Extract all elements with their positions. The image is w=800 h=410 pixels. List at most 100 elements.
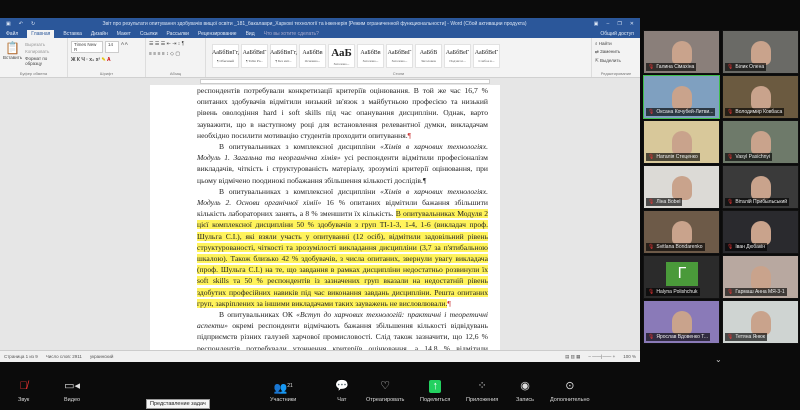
video-button[interactable]: ▭◂ Видео [64,380,80,403]
style-item[interactable]: АаБбВеГ Подзагол... [444,44,471,68]
format-painter-button[interactable]: Формат по образцу [25,56,64,66]
font-format-buttons[interactable]: Ж К Ч · x₂ x² ✎ A [71,57,142,63]
tab-8[interactable]: Вид [246,31,255,37]
document-area[interactable]: респондентів потребували конкретизації к… [0,85,640,350]
share-button[interactable]: ↑ Поделиться [420,380,450,403]
font-size-select[interactable]: 14 [105,41,119,53]
style-item[interactable]: АаБбВ Заголовок [415,44,442,68]
video-feed [751,266,771,290]
text: окремі респонденти відмічають бажання зб… [197,321,488,350]
tab-7[interactable]: Рецензирование [198,31,237,37]
page-count[interactable]: Страница 1 из 9 [4,354,38,359]
maximize-icon[interactable]: ❐ [617,21,621,27]
tab-1[interactable]: Главная [27,29,55,38]
participant-tile[interactable]: 🎙 Ліна Bobel [643,165,720,209]
muted-mic-icon: 🎙 [648,289,655,295]
paragraph[interactable]: В опитувальниках з комплексної дисциплін… [197,186,488,309]
participants-gallery: 🎙 Галина Сімахіна 🎙 Білик Олена 🎙 Оксана Кочу… [640,30,800,370]
style-item[interactable]: АаБбВв Заголово... [357,44,384,68]
list-buttons[interactable]: ☰ ☰ ☰ ⇤ ⇥ ↕ ¶ [149,41,202,47]
minimize-icon[interactable]: – [607,21,610,27]
participant-name: Ліна Bobel [656,199,681,205]
more-button[interactable]: ⊙ Дополнительно [550,380,590,403]
participant-tile[interactable]: Г 🎙 Halyna Polishchuk [643,255,720,299]
chat-button[interactable]: 💬 Чат [335,380,349,403]
muted-mic-icon: 🎙 [648,244,655,250]
participant-tile[interactable]: 🎙 Віталій Прибыльський [722,165,799,209]
chat-icon: 💬 [335,380,349,392]
video-feed [751,176,771,200]
participant-tile[interactable]: 🎙 Володимир Ковбаса [722,75,799,119]
undo-icon[interactable]: ↶ [19,21,23,27]
participant-tile[interactable]: 🎙 Svitlana Bondarenko [643,210,720,254]
close-icon[interactable]: ✕ [630,21,634,27]
participant-name: Іван Дюбакін [735,244,766,250]
apps-button[interactable]: ⁘ Приложения [466,380,498,403]
find-button[interactable]: ⌕ Найти [595,41,637,46]
font-name-select[interactable]: Times New R [71,41,103,53]
document-page[interactable]: респондентів потребували конкретизації к… [150,85,500,350]
ribbon: 📋 Вставить Вырезать Копировать Формат по… [0,38,640,78]
zoom-slider[interactable]: – ——|—— + [588,354,615,359]
clipboard-group: 📋 Вставить Вырезать Копировать Формат по… [0,38,68,77]
ruler[interactable] [0,78,640,85]
styles-group: АаБбВвГг, ¶ Обычный АаБбВвГ ¶ Table Pa... Аа… [206,38,592,77]
video-feed [751,41,771,65]
replace-button[interactable]: ⇄ Заменить [595,49,637,55]
tab-4[interactable]: Макет [117,31,131,37]
record-button[interactable]: ◉ Запись [516,380,534,403]
share-doc-button[interactable]: Общий доступ [600,31,634,37]
select-button[interactable]: ⇱ Выделить [595,58,637,64]
tab-5[interactable]: Ссылки [140,31,158,37]
paragraph[interactable]: В опитувальниках з комплексної дисциплін… [197,141,488,186]
ribbon-options-icon[interactable]: ▣ [594,21,599,27]
redo-icon[interactable]: ↻ [31,21,35,27]
tab-6[interactable]: Рассылки [167,31,189,37]
style-item[interactable]: АаБбВеГ Слабое в... [473,44,500,68]
copy-button[interactable]: Копировать [25,49,64,54]
apps-icon: ⁘ [477,380,487,392]
style-item[interactable]: АаБбВвГг, ¶ Без инт... [270,44,297,68]
style-item[interactable]: АаБбВв Основно... [299,44,326,68]
participant-tile[interactable]: 🎙 Білик Олена [722,30,799,74]
style-item[interactable]: АаБ Заголово... [328,44,355,68]
meeting-toolbar: 🎙̸ Звук ▭◂ Видео Представление задач 👥21 Уч… [0,378,800,410]
paste-button[interactable]: 📋 Вставить [3,41,22,66]
audio-button[interactable]: 🎙̸ Звук [18,380,29,403]
participant-tile[interactable]: 🎙 Оксана Кочубей-Литви... [643,75,720,119]
align-buttons[interactable]: ≡ ≡ ≡ ≡ ↕ ◇ ▢ [149,51,202,57]
participant-name: Vasyl Pasichnyi [735,154,771,160]
video-feed [672,131,692,155]
language[interactable]: украинский [90,354,113,359]
title-bar: ▣ ↶ ↻ Звіт про результати опитування здо… [0,18,640,29]
muted-mic-icon: 🎙 [727,64,734,70]
view-buttons[interactable]: ▤ ▥ ▦ [565,354,580,360]
video-feed [672,176,692,200]
grow-font-icon[interactable]: A A [121,41,128,53]
zoom-level[interactable]: 100 % [623,354,636,359]
participant-tile[interactable]: 🎙 Тетяна Янюк [722,300,799,344]
paragraph[interactable]: В опитувальниках ОК «Вступ до харчових т… [197,309,488,350]
participant-tile[interactable]: 🎙 Ярослав Вдовенко Т... [643,300,720,344]
tell-me-search[interactable]: Что вы хотите сделать? [264,31,319,37]
tab-3[interactable]: Дизайн [91,31,108,37]
status-bar: Страница 1 из 9 Число слов: 2911 украинс… [0,350,640,362]
participant-tile[interactable]: 🎙 Наталія Стеценко [643,120,720,164]
participant-tile[interactable]: 🎙 Галина Сімахіна [643,30,720,74]
tab-2[interactable]: Вставка [63,31,82,37]
word-count[interactable]: Число слов: 2911 [46,354,82,359]
save-icon[interactable]: ▣ [6,21,11,27]
style-item[interactable]: АаБбВвГ Заголово... [386,44,413,68]
share-screen-icon: ↑ [429,380,442,393]
participant-tile[interactable]: 🎙 Гармаш Анна МЯ-3-1 [722,255,799,299]
participant-tile[interactable]: 🎙 Vasyl Pasichnyi [722,120,799,164]
style-item[interactable]: АаБбВвГ ¶ Table Pa... [241,44,268,68]
react-button[interactable]: ♡ Отреагировать [366,380,404,403]
tab-0[interactable]: Файл [6,31,18,37]
style-item[interactable]: АаБбВвГг, ¶ Обычный [212,44,239,68]
participants-button[interactable]: 👥21 Участники [270,380,296,403]
participant-tile[interactable]: 🎙 Іван Дюбакін [722,210,799,254]
chevron-down-icon[interactable]: ⌄ [715,355,722,364]
cut-button[interactable]: Вырезать [25,42,64,47]
paragraph[interactable]: респондентів потребували конкретизації к… [197,85,488,141]
